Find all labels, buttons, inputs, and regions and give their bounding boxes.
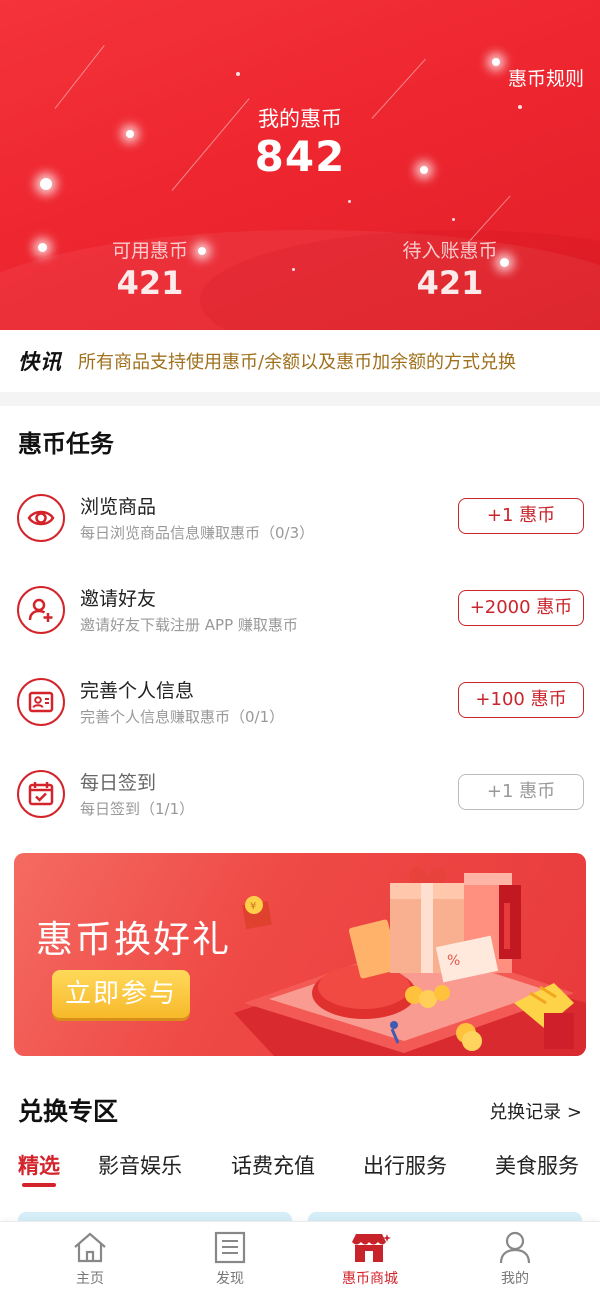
- task-browse-products: 浏览商品 每日浏览商品信息赚取惠币（0/3） +1 惠币: [0, 478, 600, 570]
- gift-illustration: % ¥: [234, 866, 586, 1056]
- news-text: 所有商品支持使用惠币/余额以及惠币加余额的方式兑换: [78, 352, 517, 373]
- news-tag: 快讯: [18, 350, 62, 374]
- task-desc: 完善个人信息赚取惠币（0/1）: [80, 708, 285, 726]
- tab-label: 我的: [501, 1271, 529, 1287]
- section-divider: [0, 392, 600, 406]
- tab-featured[interactable]: 精选: [18, 1150, 60, 1180]
- task-desc: 每日签到（1/1）: [80, 800, 195, 818]
- sparkle: [348, 200, 351, 203]
- pending-coins-value: 421: [416, 264, 484, 302]
- available-coins-label: 可用惠币: [111, 240, 188, 262]
- tab-home[interactable]: 主页: [15, 1230, 165, 1288]
- eye-icon: [17, 494, 65, 542]
- tab-coin-mall[interactable]: 惠币商城: [295, 1230, 445, 1288]
- svg-text:¥: ¥: [250, 901, 256, 912]
- join-now-button[interactable]: 立即参与: [52, 970, 190, 1018]
- task-name: 每日签到: [80, 772, 157, 794]
- tab-label: 惠币商城: [342, 1271, 398, 1287]
- store-icon: [295, 1230, 445, 1264]
- tab-discover[interactable]: 发现: [155, 1230, 305, 1288]
- task-invite-friends: 邀请好友 邀请好友下载注册 APP 赚取惠币 +2000 惠币: [0, 570, 600, 662]
- user-icon: [440, 1230, 590, 1264]
- exchange-section-title: 兑换专区: [18, 1097, 119, 1126]
- task-reward-button[interactable]: +2000 惠币: [458, 590, 584, 626]
- task-reward-button[interactable]: +1 惠币: [458, 498, 584, 534]
- news-ticker[interactable]: 快讯 所有商品支持使用惠币/余额以及惠币加余额的方式兑换: [0, 330, 600, 392]
- exchange-records-link[interactable]: 兑换记录 >: [489, 1098, 582, 1124]
- promo-banner[interactable]: % ¥ 惠币换好礼 立即参与: [14, 853, 586, 1056]
- home-icon: [15, 1230, 165, 1264]
- task-daily-checkin: 每日签到 每日签到（1/1） +1 惠币: [0, 754, 600, 846]
- id-card-icon: [17, 678, 65, 726]
- tab-label: 发现: [216, 1271, 244, 1287]
- pending-coins-label: 待入账惠币: [402, 240, 498, 262]
- tab-me[interactable]: 我的: [440, 1230, 590, 1288]
- total-coins-value: 842: [254, 132, 346, 181]
- document-icon: [155, 1230, 305, 1264]
- tab-food[interactable]: 美食服务: [495, 1150, 579, 1180]
- tab-entertainment[interactable]: 影音娱乐: [98, 1150, 182, 1180]
- add-user-icon: [17, 586, 65, 634]
- tab-phone-recharge[interactable]: 话费充值: [231, 1150, 315, 1180]
- total-coins-label: 我的惠币: [258, 107, 342, 131]
- task-name: 完善个人信息: [80, 680, 195, 702]
- task-reward-button[interactable]: +100 惠币: [458, 682, 584, 718]
- sparkle: [452, 218, 455, 221]
- task-name: 浏览商品: [80, 496, 157, 518]
- tab-label: 主页: [76, 1271, 104, 1287]
- available-coins-value: 421: [116, 264, 184, 302]
- task-complete-profile: 完善个人信息 完善个人信息赚取惠币（0/1） +100 惠币: [0, 662, 600, 754]
- task-desc: 每日浏览商品信息赚取惠币（0/3）: [80, 524, 315, 542]
- banner-title: 惠币换好礼: [36, 918, 231, 961]
- category-tabs: 精选 影音娱乐 话费充值 出行服务 美食服务: [0, 1150, 600, 1190]
- calendar-check-icon: [17, 770, 65, 818]
- task-desc: 邀请好友下载注册 APP 赚取惠币: [80, 616, 298, 634]
- coin-summary-header: 惠币规则 我的惠币 842 可用惠币 421 待入账惠币 421: [0, 0, 600, 330]
- sparkle: [236, 72, 240, 76]
- active-tab-indicator: [22, 1183, 56, 1187]
- light-streak: [54, 45, 105, 109]
- tab-travel[interactable]: 出行服务: [363, 1150, 447, 1180]
- svg-text:%: %: [447, 953, 460, 969]
- task-reward-button-done[interactable]: +1 惠币: [458, 774, 584, 810]
- tasks-section-title: 惠币任务: [18, 430, 114, 458]
- sparkle: [492, 58, 500, 66]
- bottom-tab-bar: 主页 发现 惠币商城 我的: [0, 1221, 600, 1299]
- coin-rules-link[interactable]: 惠币规则: [508, 64, 584, 91]
- task-name: 邀请好友: [80, 588, 157, 610]
